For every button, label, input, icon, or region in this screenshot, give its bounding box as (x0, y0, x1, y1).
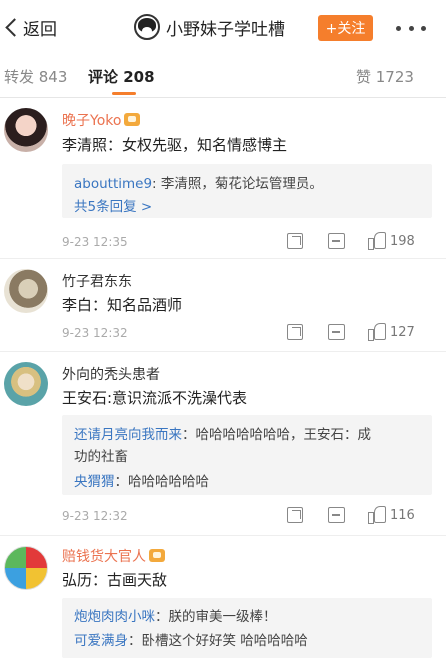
repost-icon[interactable] (287, 233, 303, 249)
tab-active-indicator (112, 92, 136, 95)
avatar[interactable] (4, 546, 48, 590)
comment-icon[interactable] (328, 324, 345, 340)
back-button[interactable]: 返回 (2, 14, 57, 40)
comment-time: 9-23 12:32 (62, 326, 128, 340)
comment-item: 晚子Yoko 李清照：女权先驱，知名情感博主 abouttime9: 李清照，菊… (0, 98, 446, 258)
comment-text: 弘历：古画天敌 (62, 571, 168, 589)
like-count: 198 (390, 234, 415, 249)
repost-icon[interactable] (287, 324, 303, 340)
vip-badge-icon (124, 113, 141, 126)
like-icon[interactable] (368, 323, 386, 341)
reply-line: 央猬猬：哈哈哈哈哈哈 (74, 470, 209, 490)
avatar[interactable] (4, 362, 48, 406)
comment-username[interactable]: 晚子Yoko (62, 110, 141, 130)
repost-icon[interactable] (287, 507, 303, 523)
reply-username[interactable]: 还请月亮向我而来 (74, 427, 182, 443)
reply-text: ：卧槽这个好好笑 哈哈哈哈哈 (128, 633, 308, 649)
tab-comment[interactable]: 评论 208 (88, 66, 155, 87)
comment-icon[interactable] (328, 233, 345, 249)
comment-text: 王安石:意识流派不洗澡代表 (62, 389, 248, 407)
comment-username[interactable]: 赔钱货大官人 (62, 546, 165, 566)
reply-username[interactable]: abouttime9 (74, 176, 152, 192)
more-replies-link[interactable]: 共5条回复 > (74, 195, 152, 215)
comment-text: 李白：知名品酒师 (62, 296, 183, 314)
reply-line: abouttime9: 李清照，菊花论坛管理员。 (74, 172, 323, 192)
comment-item: 赔钱货大官人 弘历：古画天敌 炮炮肉肉小咪：朕的审美一级棒！ 可爱满身：卧槽这个… (0, 536, 446, 665)
comment-icon[interactable] (328, 507, 345, 523)
back-label: 返回 (23, 19, 57, 40)
more-options-icon[interactable] (396, 26, 426, 32)
comment-username[interactable]: 竹子君东东 (62, 271, 132, 291)
tab-like[interactable]: 赞 1723 (356, 66, 414, 87)
like-count: 116 (390, 508, 415, 523)
reply-text: : 李清照，菊花论坛管理员。 (152, 176, 323, 192)
reply-username[interactable]: 炮炮肉肉小咪 (74, 609, 155, 625)
reply-text-continued: 功的社畜 (74, 449, 128, 465)
vip-badge-icon (149, 549, 165, 562)
page-title-group[interactable]: 小野妹子学吐槽 (134, 12, 285, 42)
author-avatar-icon (134, 14, 160, 40)
comment-item: 竹子君东东 李白：知名品酒师 9-23 12:32 127 (0, 259, 446, 351)
reply-username[interactable]: 可爱满身 (74, 633, 128, 649)
reply-box[interactable]: 炮炮肉肉小咪：朕的审美一级棒！ 可爱满身：卧槽这个好好笑 哈哈哈哈哈 (62, 598, 432, 658)
tab-bar: 转发 843 评论 208 赞 1723 (0, 52, 446, 98)
reply-line: 还请月亮向我而来：哈哈哈哈哈哈哈，王安石：成 (74, 423, 371, 443)
reply-text: ：哈哈哈哈哈哈哈，王安石：成 (182, 427, 371, 443)
chevron-left-icon (5, 17, 24, 37)
reply-line: 炮炮肉肉小咪：朕的审美一级棒！ (74, 605, 277, 625)
avatar[interactable] (4, 108, 48, 152)
tab-repost[interactable]: 转发 843 (4, 66, 67, 87)
avatar[interactable] (4, 269, 48, 313)
page-title: 小野妹子学吐槽 (166, 19, 285, 40)
reply-box[interactable]: abouttime9: 李清照，菊花论坛管理员。 共5条回复 > (62, 164, 432, 218)
like-icon[interactable] (368, 232, 386, 250)
reply-text: ：朕的审美一级棒！ (155, 609, 277, 625)
comment-item: 外向的秃头患者 王安石:意识流派不洗澡代表 还请月亮向我而来：哈哈哈哈哈哈哈，王… (0, 352, 446, 535)
top-bar: 返回 小野妹子学吐槽 +关注 (0, 0, 446, 52)
comment-time: 9-23 12:35 (62, 235, 128, 249)
reply-line: 可爱满身：卧槽这个好好笑 哈哈哈哈哈 (74, 629, 308, 649)
reply-box[interactable]: 还请月亮向我而来：哈哈哈哈哈哈哈，王安石：成 功的社畜 央猬猬：哈哈哈哈哈哈 (62, 415, 432, 495)
comment-text: 李清照：女权先驱，知名情感博主 (62, 136, 288, 154)
comment-username[interactable]: 外向的秃头患者 (62, 364, 160, 384)
like-count: 127 (390, 325, 415, 340)
reply-username[interactable]: 央猬猬 (74, 474, 115, 490)
reply-text: ：哈哈哈哈哈哈 (114, 474, 210, 490)
follow-button[interactable]: +关注 (318, 15, 373, 41)
comment-time: 9-23 12:32 (62, 509, 128, 523)
like-icon[interactable] (368, 506, 386, 524)
